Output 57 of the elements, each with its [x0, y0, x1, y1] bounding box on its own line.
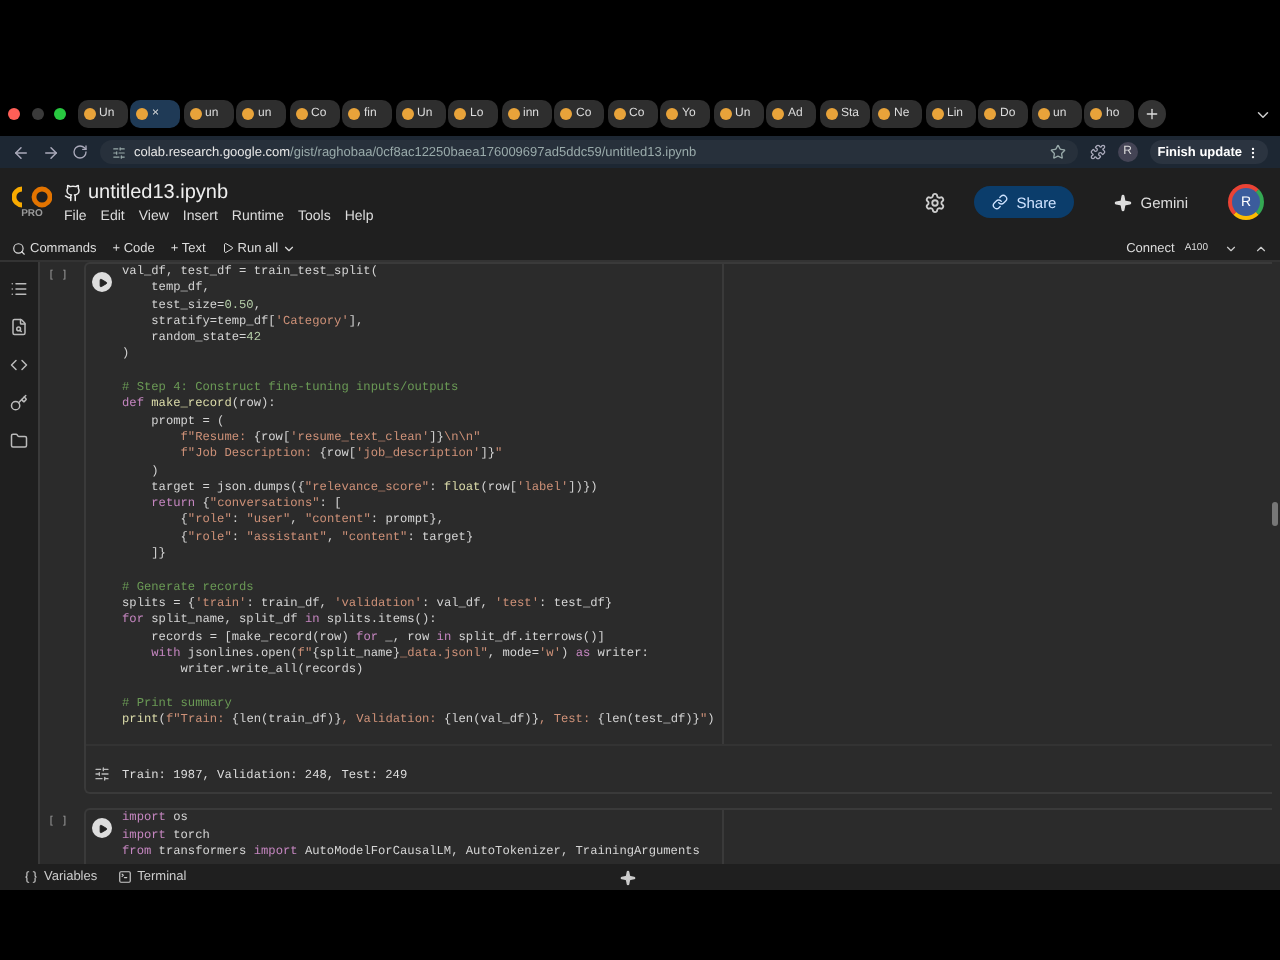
site-info-icon[interactable] — [112, 145, 126, 159]
favicon-icon — [931, 108, 943, 120]
favicon-icon — [1090, 108, 1102, 120]
favicon-icon — [189, 108, 201, 120]
forward-icon[interactable] — [42, 143, 60, 161]
code-cell[interactable] — [84, 262, 1272, 795]
github-icon — [64, 183, 82, 201]
extensions-icon[interactable] — [1089, 144, 1106, 160]
favicon-icon — [878, 108, 890, 120]
plus-icon — [1143, 106, 1159, 122]
favicon-icon — [401, 108, 413, 120]
braces-icon — [24, 870, 38, 884]
favicon-icon — [83, 108, 95, 120]
new-tab-button[interactable] — [1137, 100, 1165, 128]
more-icon — [1246, 145, 1260, 159]
favicon-icon — [136, 108, 148, 120]
play-icon — [97, 277, 107, 287]
star-icon[interactable] — [1049, 144, 1066, 160]
sparkle-icon — [1114, 193, 1133, 211]
favicon-icon — [454, 108, 466, 120]
play-icon — [221, 242, 234, 254]
logo-icon — [12, 185, 52, 207]
favicon-icon — [719, 108, 731, 120]
favicon-icon — [613, 108, 625, 120]
terminal-icon — [117, 870, 132, 884]
favicon-icon — [295, 108, 307, 120]
link-icon — [992, 194, 1009, 210]
settings-icon[interactable] — [924, 191, 947, 213]
back-icon[interactable] — [12, 143, 30, 161]
notebook-title[interactable]: untitled13.ipynb — [88, 181, 229, 203]
scrollbar-thumb[interactable] — [1272, 502, 1278, 526]
favicon-icon — [560, 108, 572, 120]
key-icon[interactable] — [10, 394, 28, 412]
favicon-icon — [1037, 108, 1049, 120]
search-icon — [12, 241, 26, 255]
favicon-icon — [666, 108, 678, 120]
favicon-icon — [825, 108, 837, 120]
run-cell-button[interactable] — [92, 818, 112, 839]
favicon-icon — [507, 108, 519, 120]
table-of-contents-icon[interactable] — [10, 280, 28, 298]
caret-icon — [282, 241, 297, 255]
sparkle-icon[interactable] — [620, 869, 636, 885]
favicon-icon — [348, 108, 360, 120]
dropdown-icon[interactable] — [1224, 241, 1238, 255]
reload-icon[interactable] — [72, 144, 88, 160]
run-cell-button[interactable] — [92, 272, 112, 292]
maximize-window-button[interactable] — [54, 108, 66, 120]
collapse-icon[interactable] — [1254, 241, 1268, 255]
output-icon[interactable] — [94, 766, 110, 783]
code-icon[interactable] — [10, 356, 28, 374]
favicon-icon — [772, 108, 784, 120]
favicon-icon — [984, 108, 996, 120]
play-icon — [97, 823, 107, 834]
close-window-button[interactable] — [8, 108, 20, 120]
folder-icon[interactable] — [10, 432, 28, 450]
favicon-icon — [242, 108, 254, 120]
find-icon[interactable] — [10, 318, 28, 336]
